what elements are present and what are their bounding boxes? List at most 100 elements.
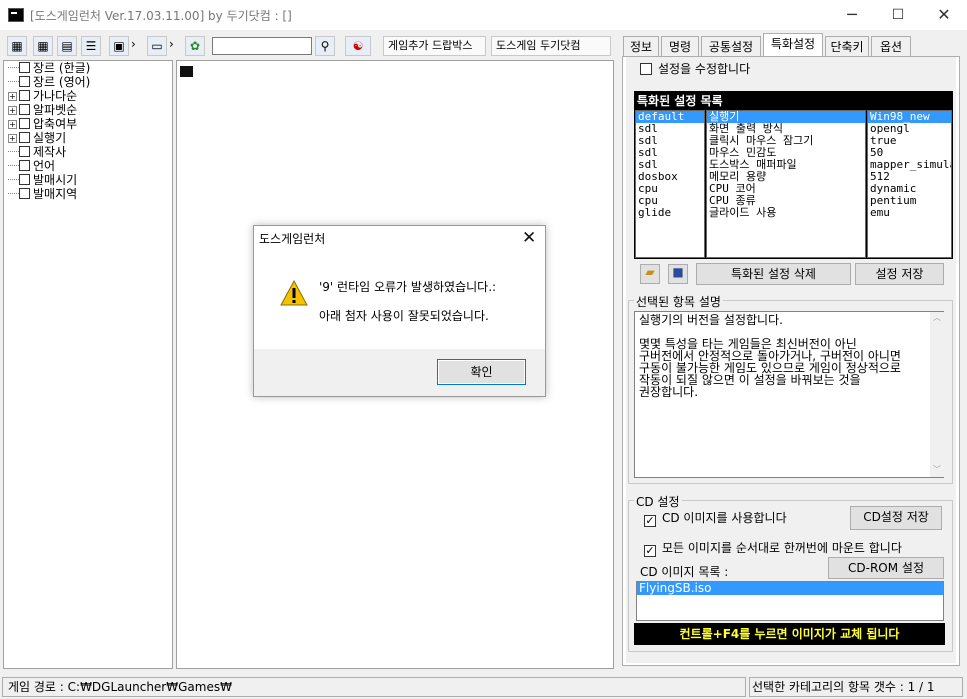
chevron-right-icon[interactable]: ›: [131, 37, 136, 51]
mount-all-label: 모든 이미지를 순서대로 한꺼번에 마운트 합니다: [662, 541, 902, 555]
setting-section-column[interactable]: default sdl sdl sdl sdl dosbox cpu cpu glide: [635, 110, 705, 258]
tree-checkbox[interactable]: [19, 146, 30, 157]
delete-setting-button[interactable]: 특화된 설정 삭제: [696, 263, 851, 285]
tree-checkbox[interactable]: [19, 118, 30, 129]
tree-item[interactable]: 장르 (영어): [8, 75, 90, 89]
tree-item-label: 장르 (영어): [33, 75, 91, 89]
warning-icon: [280, 279, 308, 306]
tree-item-label: 제작사: [33, 145, 67, 159]
add-game-dropbox-button[interactable]: 게임추가 드랍박스: [383, 36, 486, 56]
tab-4[interactable]: 단축키: [825, 36, 869, 56]
use-cd-image-checkbox[interactable]: ✓ CD 이미지를 사용합니다: [644, 509, 787, 527]
site-link-button[interactable]: 도스게임 두기닷컴: [491, 36, 611, 56]
tree-item[interactable]: + 압축여부: [8, 117, 77, 131]
setting-row[interactable]: glide: [636, 207, 704, 219]
tree-item-label: 실행기: [33, 131, 67, 145]
tree-checkbox[interactable]: [19, 174, 30, 185]
cd-group-label: CD 설정: [634, 493, 682, 510]
tree-item[interactable]: 언어: [8, 159, 55, 173]
tab-0[interactable]: 정보: [623, 36, 659, 56]
small-icons-view-icon[interactable]: ▦: [33, 36, 53, 56]
tree-item-label: 압축여부: [33, 117, 78, 131]
plugin-icon[interactable]: ✿: [185, 36, 205, 56]
large-icons-view-icon[interactable]: ▦: [7, 36, 27, 56]
item-count-status: 선택한 카테고리의 항목 갯수 : 1 / 1: [749, 677, 963, 697]
expand-icon[interactable]: +: [8, 120, 17, 129]
expand-icon[interactable]: +: [8, 106, 17, 115]
tree-guide: [8, 187, 19, 194]
expand-icon[interactable]: +: [8, 92, 17, 101]
tree-checkbox[interactable]: [19, 90, 30, 101]
list-view-icon[interactable]: ▤: [57, 36, 77, 56]
setting-list-title: 특화된 설정 목록: [637, 94, 723, 108]
tree-guide: [8, 61, 19, 68]
tree-item-label: 가나다순: [33, 89, 78, 103]
setting-row[interactable]: emu: [868, 207, 951, 219]
game-item-icon[interactable]: [180, 66, 193, 77]
setting-row[interactable]: 글라이드 사용: [707, 207, 865, 219]
setting-name-column[interactable]: 실행기 화면 출력 방식 클릭시 마우스 잠그기 마우스 민감도 도스박스 매퍼파일 메모…: [706, 110, 866, 258]
dosbox-icon[interactable]: ▣: [109, 36, 129, 56]
tree-item[interactable]: 발매지역: [8, 187, 77, 201]
tree-item[interactable]: + 실행기: [8, 131, 66, 145]
swap-notice: 컨트롤+F4를 누르면 이미지가 교체 됩니다: [634, 623, 945, 645]
tab-3[interactable]: 특화설정: [763, 33, 823, 57]
maximize-button[interactable]: ☐: [875, 0, 921, 30]
description-scrollbar[interactable]: ︿ ﹀: [930, 312, 944, 477]
tab-5[interactable]: 옵션: [871, 36, 911, 56]
chevron-right-icon[interactable]: ›: [169, 37, 174, 51]
korean-flag-icon[interactable]: ☯: [345, 36, 371, 56]
cd-image-item[interactable]: FlyingSB.iso: [637, 582, 943, 595]
binoculars-icon[interactable]: ⚲: [315, 36, 335, 56]
open-folder-icon[interactable]: ▰: [640, 264, 660, 284]
minimize-button[interactable]: ─: [829, 0, 875, 30]
cd-rom-settings-button[interactable]: CD-ROM 설정: [828, 557, 944, 579]
tree-guide: [8, 145, 19, 152]
modify-setting-label: 설정을 수정합니다: [658, 62, 751, 76]
tree-item[interactable]: 제작사: [8, 145, 66, 159]
cd-save-button[interactable]: CD설정 저장: [850, 506, 942, 530]
folder-icon[interactable]: ▭: [147, 36, 167, 56]
tree-item[interactable]: + 가나다순: [8, 89, 77, 103]
use-cd-image-label: CD 이미지를 사용합니다: [662, 511, 787, 525]
tree-item-label: 알파벳순: [33, 103, 78, 117]
save-disk-icon[interactable]: ■: [668, 264, 688, 284]
tree-item-label: 언어: [33, 159, 56, 173]
tree-checkbox[interactable]: [19, 104, 30, 115]
window-title: [도스게임런처 Ver.17.03.11.00] by 두기닷컴 : []: [30, 9, 292, 23]
dialog-title: 도스게임런처: [259, 232, 326, 246]
dialog-close-icon[interactable]: ✕: [522, 228, 536, 248]
tree-checkbox[interactable]: [19, 132, 30, 143]
mount-all-checkbox[interactable]: ✓ 모든 이미지를 순서대로 한꺼번에 마운트 합니다: [644, 539, 902, 557]
app-icon: [8, 8, 24, 22]
tree-checkbox[interactable]: [19, 76, 30, 87]
expand-icon[interactable]: +: [8, 134, 17, 143]
tree-guide: [8, 75, 19, 82]
tree-checkbox[interactable]: [19, 160, 30, 171]
dialog-message-line2: 아래 첨자 사용이 잘못되었습니다.: [319, 309, 489, 323]
close-button[interactable]: ✕: [921, 0, 967, 30]
tab-1[interactable]: 명령: [661, 36, 699, 56]
dialog-ok-button[interactable]: 확인: [437, 359, 526, 385]
tree-guide: [8, 159, 19, 166]
tree-checkbox[interactable]: [19, 188, 30, 199]
search-input[interactable]: [212, 37, 312, 55]
tree-checkbox[interactable]: [19, 62, 30, 73]
tree-item-label: 발매시기: [33, 173, 78, 187]
tree-item-label: 장르 (한글): [33, 61, 91, 75]
save-setting-button[interactable]: 설정 저장: [855, 263, 944, 285]
tree-guide: [8, 173, 19, 180]
tab-2[interactable]: 공통설정: [701, 36, 761, 56]
modify-setting-checkbox[interactable]: 설정을 수정합니다: [640, 60, 750, 77]
description-group-label: 선택된 항목 설명: [634, 293, 723, 310]
tree-item[interactable]: + 알파벳순: [8, 103, 77, 117]
tree-item[interactable]: 발매시기: [8, 173, 77, 187]
description-text: 실행기의 버전을 설정합니다. 몇몇 특성을 타는 게임들은 최신버전이 아닌 …: [634, 311, 944, 478]
dialog-message-line1: '9' 런타임 오류가 발생하였습니다.:: [319, 280, 497, 294]
game-path-status: 게임 경로 : C:₩DGLauncher₩Games₩: [2, 677, 746, 697]
tree-item-label: 발매지역: [33, 187, 78, 201]
tree-item[interactable]: 장르 (한글): [8, 61, 90, 75]
setting-value-column[interactable]: Win98_new opengl true 50 mapper_simula 512 dyn…: [867, 110, 952, 258]
cd-list-label: CD 이미지 목록 :: [640, 565, 729, 579]
details-view-icon[interactable]: ☰: [81, 36, 101, 56]
